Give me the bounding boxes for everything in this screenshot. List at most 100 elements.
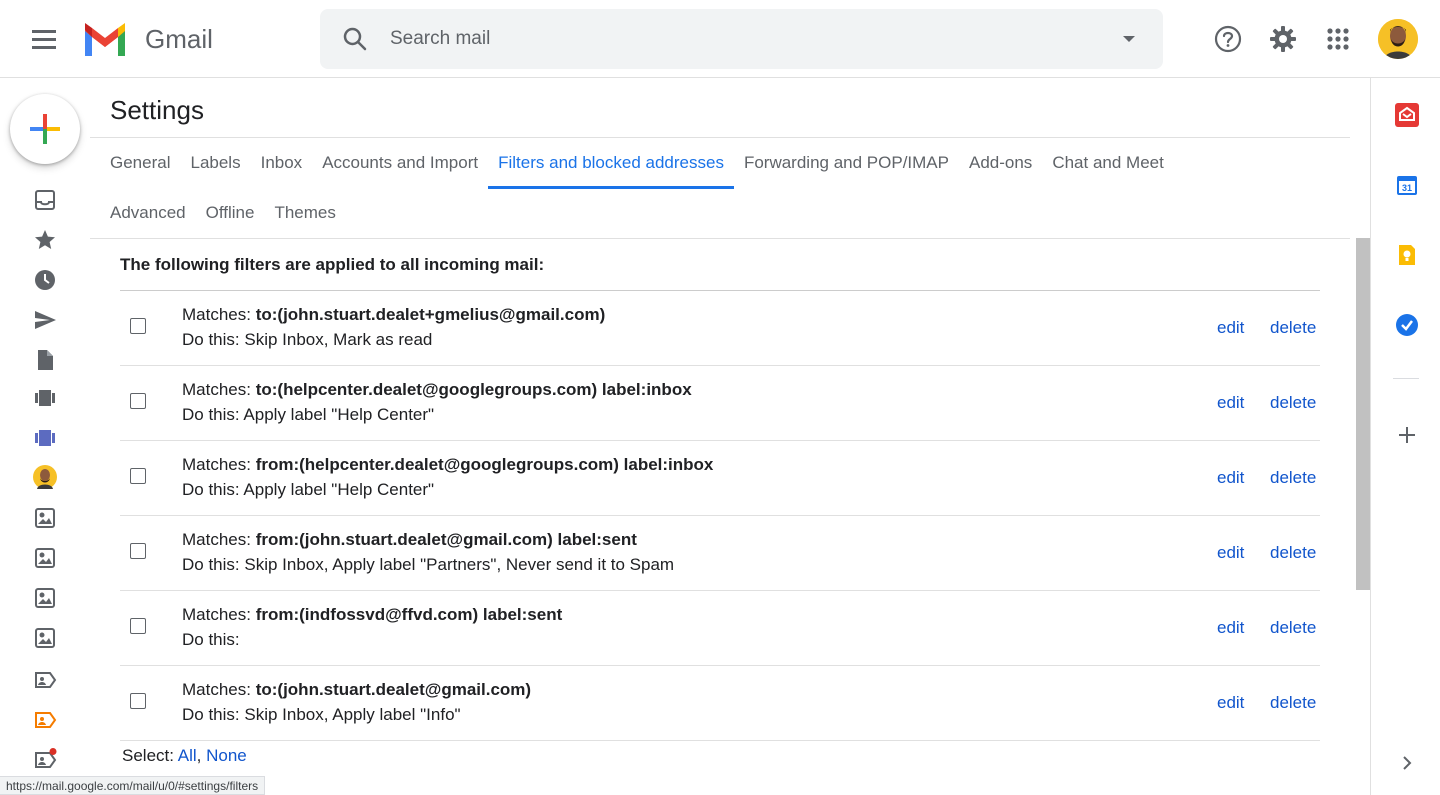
label-tag-orange-icon[interactable] bbox=[33, 708, 57, 732]
keep-icon[interactable] bbox=[1395, 243, 1419, 267]
tab-inbox[interactable]: Inbox bbox=[261, 153, 303, 189]
categories-active-icon[interactable] bbox=[33, 426, 57, 450]
edit-filter-link[interactable]: edit bbox=[1217, 693, 1244, 713]
filter-criteria: to:(john.stuart.dealet@gmail.com) bbox=[255, 680, 532, 699]
filter-matches: Matches: to:(helpcenter.dealet@googlegro… bbox=[182, 380, 692, 400]
filter-criteria: from:(helpcenter.dealet@googlegroups.com… bbox=[255, 455, 714, 474]
filter-criteria: to:(john.stuart.dealet+gmelius@gmail.com… bbox=[255, 305, 606, 324]
filter-matches: Matches: from:(helpcenter.dealet@googleg… bbox=[182, 455, 713, 475]
app-name[interactable]: Gmail bbox=[145, 24, 213, 55]
tab-general[interactable]: General bbox=[110, 153, 170, 189]
tab-filters-and-blocked-addresses[interactable]: Filters and blocked addresses bbox=[488, 153, 734, 189]
select-none-link[interactable]: None bbox=[206, 746, 247, 765]
contact-avatar-icon[interactable] bbox=[33, 465, 57, 489]
expand-panel-chevron-icon[interactable] bbox=[1395, 751, 1419, 775]
label-photo-icon[interactable] bbox=[33, 506, 57, 530]
left-navigation bbox=[0, 78, 90, 795]
select-separator: , bbox=[196, 746, 207, 765]
filter-checkbox[interactable] bbox=[130, 618, 146, 634]
gmelius-addon-icon[interactable] bbox=[1395, 103, 1419, 127]
delete-filter-link[interactable]: delete bbox=[1270, 318, 1316, 338]
filter-checkbox[interactable] bbox=[130, 318, 146, 334]
tab-advanced[interactable]: Advanced bbox=[110, 203, 186, 239]
divider bbox=[90, 137, 1350, 138]
edit-filter-link[interactable]: edit bbox=[1217, 618, 1244, 638]
filter-criteria: from:(indfossvd@ffvd.com) label:sent bbox=[255, 605, 563, 624]
filter-row: Matches: to:(john.stuart.dealet@gmail.co… bbox=[120, 666, 1320, 741]
filter-checkbox[interactable] bbox=[130, 543, 146, 559]
filter-matches: Matches: to:(john.stuart.dealet@gmail.co… bbox=[182, 680, 531, 700]
categories-icon[interactable] bbox=[33, 386, 57, 410]
tab-labels[interactable]: Labels bbox=[190, 153, 240, 189]
label-photo-icon-3[interactable] bbox=[33, 586, 57, 610]
starred-icon[interactable] bbox=[33, 228, 57, 252]
gmail-logo-icon[interactable] bbox=[82, 22, 128, 61]
matches-label: Matches: bbox=[182, 380, 256, 399]
edit-filter-link[interactable]: edit bbox=[1217, 543, 1244, 563]
matches-label: Matches: bbox=[182, 455, 256, 474]
delete-filter-link[interactable]: delete bbox=[1270, 393, 1316, 413]
filter-matches: Matches: to:(john.stuart.dealet+gmelius@… bbox=[182, 305, 605, 325]
label-photo-icon-2[interactable] bbox=[33, 546, 57, 570]
side-panel: 31 bbox=[1370, 78, 1440, 795]
compose-plus-icon bbox=[30, 114, 60, 144]
settings-tabs-row-1: General Labels Inbox Accounts and Import… bbox=[110, 153, 1184, 189]
matches-label: Matches: bbox=[182, 680, 256, 699]
search-icon[interactable] bbox=[342, 26, 368, 52]
side-panel-divider bbox=[1393, 378, 1419, 379]
settings-gear-icon[interactable] bbox=[1268, 24, 1298, 54]
search-options-dropdown-icon[interactable] bbox=[1123, 36, 1135, 42]
tab-offline[interactable]: Offline bbox=[206, 203, 255, 239]
tab-themes[interactable]: Themes bbox=[274, 203, 335, 239]
apps-grid-icon[interactable] bbox=[1323, 24, 1353, 54]
sent-icon[interactable] bbox=[33, 308, 57, 332]
calendar-icon[interactable]: 31 bbox=[1395, 173, 1419, 197]
compose-button[interactable] bbox=[10, 94, 80, 164]
filter-row: Matches: to:(john.stuart.dealet+gmelius@… bbox=[120, 291, 1320, 366]
filter-row: Matches: from:(helpcenter.dealet@googleg… bbox=[120, 441, 1320, 516]
filter-action: Do this: Skip Inbox, Apply label "Partne… bbox=[182, 555, 675, 574]
delete-filter-link[interactable]: delete bbox=[1270, 693, 1316, 713]
edit-filter-link[interactable]: edit bbox=[1217, 318, 1244, 338]
tab-add-ons[interactable]: Add-ons bbox=[969, 153, 1032, 189]
search-bar bbox=[320, 9, 1163, 69]
tab-accounts-and-import[interactable]: Accounts and Import bbox=[322, 153, 478, 189]
edit-filter-link[interactable]: edit bbox=[1217, 468, 1244, 488]
filter-row: Matches: from:(indfossvd@ffvd.com) label… bbox=[120, 591, 1320, 666]
account-avatar[interactable] bbox=[1378, 19, 1418, 59]
filter-action: Do this: Apply label "Help Center" bbox=[182, 480, 435, 499]
delete-filter-link[interactable]: delete bbox=[1270, 543, 1316, 563]
select-label: Select: bbox=[122, 746, 178, 765]
delete-filter-link[interactable]: delete bbox=[1270, 618, 1316, 638]
select-controls: Select: All, None bbox=[122, 746, 247, 766]
main-menu-icon[interactable] bbox=[32, 30, 58, 50]
matches-label: Matches: bbox=[182, 305, 256, 324]
snoozed-clock-icon[interactable] bbox=[33, 268, 57, 292]
tasks-icon[interactable] bbox=[1395, 313, 1419, 337]
filter-matches: Matches: from:(indfossvd@ffvd.com) label… bbox=[182, 605, 562, 625]
label-tag-icon[interactable] bbox=[33, 668, 57, 692]
search-input[interactable] bbox=[390, 23, 1090, 55]
edit-filter-link[interactable]: edit bbox=[1217, 393, 1244, 413]
delete-filter-link[interactable]: delete bbox=[1270, 468, 1316, 488]
filter-checkbox[interactable] bbox=[130, 468, 146, 484]
label-photo-icon-4[interactable] bbox=[33, 626, 57, 650]
filter-checkbox[interactable] bbox=[130, 693, 146, 709]
scrollbar-thumb[interactable] bbox=[1356, 238, 1370, 590]
drafts-icon[interactable] bbox=[33, 348, 57, 372]
tab-chat-and-meet[interactable]: Chat and Meet bbox=[1052, 153, 1164, 189]
settings-tabs-row-2: Advanced Offline Themes bbox=[110, 203, 356, 239]
label-tag-notification-icon[interactable] bbox=[33, 748, 57, 772]
help-icon[interactable] bbox=[1213, 24, 1243, 54]
tab-forwarding-and-pop-imap[interactable]: Forwarding and POP/IMAP bbox=[744, 153, 949, 189]
filter-row: Matches: to:(helpcenter.dealet@googlegro… bbox=[120, 366, 1320, 441]
filter-action: Do this: bbox=[182, 630, 240, 649]
filter-action: Do this: Apply label "Help Center" bbox=[182, 405, 435, 424]
divider bbox=[90, 238, 1350, 239]
filter-criteria: to:(helpcenter.dealet@googlegroups.com) … bbox=[255, 380, 692, 399]
get-addons-plus-icon[interactable] bbox=[1395, 423, 1419, 447]
filters-heading: The following filters are applied to all… bbox=[120, 255, 545, 274]
filter-checkbox[interactable] bbox=[130, 393, 146, 409]
inbox-icon[interactable] bbox=[33, 188, 57, 212]
select-all-link[interactable]: All bbox=[178, 746, 197, 765]
